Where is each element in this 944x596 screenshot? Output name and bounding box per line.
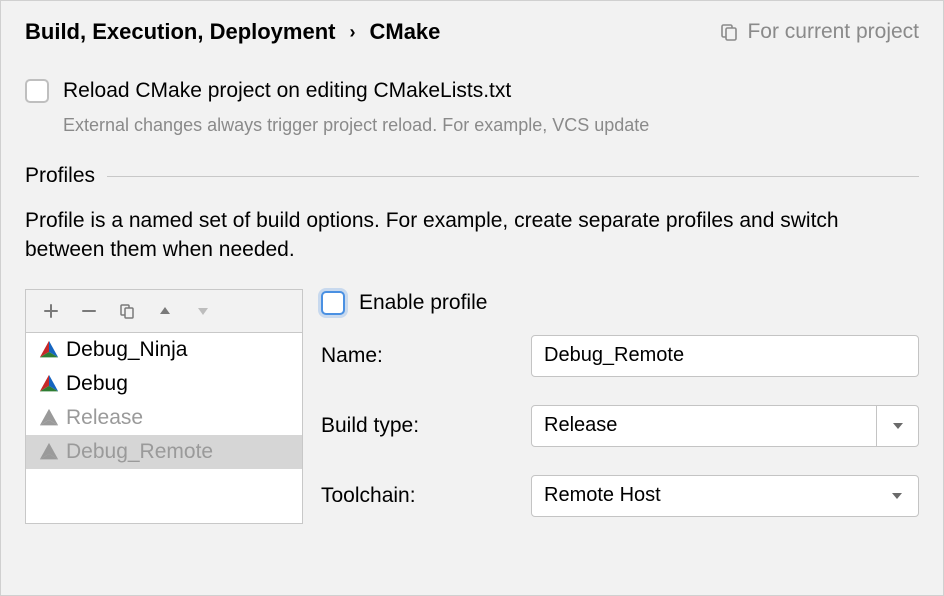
breadcrumb-parent[interactable]: Build, Execution, Deployment xyxy=(25,19,335,45)
list-item-label: Release xyxy=(66,406,143,430)
list-item-label: Debug_Ninja xyxy=(66,338,187,362)
list-item[interactable]: Debug_Ninja xyxy=(26,333,302,367)
cmake-icon xyxy=(38,407,60,429)
name-label: Name: xyxy=(321,344,531,368)
triangle-up-icon xyxy=(158,304,172,318)
triangle-down-icon xyxy=(196,304,210,318)
add-button[interactable] xyxy=(40,300,62,322)
profiles-description: Profile is a named set of build options.… xyxy=(25,206,919,265)
profiles-list[interactable]: Debug_Ninja Debug Release Debug_Remote xyxy=(26,333,302,523)
profiles-toolbar xyxy=(26,290,302,333)
toolchain-select[interactable]: Remote Host xyxy=(531,475,919,517)
chevron-down-icon xyxy=(876,406,918,446)
divider xyxy=(107,176,919,177)
reload-checkbox[interactable] xyxy=(25,79,49,103)
move-up-button[interactable] xyxy=(154,300,176,322)
remove-button[interactable] xyxy=(78,300,100,322)
list-item[interactable]: Release xyxy=(26,401,302,435)
build-type-value: Release xyxy=(532,406,876,446)
cmake-icon xyxy=(38,373,60,395)
chevron-down-icon xyxy=(876,476,918,516)
cmake-icon xyxy=(38,339,60,361)
list-item-label: Debug xyxy=(66,372,128,396)
reload-hint: External changes always trigger project … xyxy=(63,115,919,136)
profiles-title: Profiles xyxy=(25,164,95,188)
plus-icon xyxy=(43,303,59,319)
scope-label: For current project xyxy=(747,20,919,44)
name-input[interactable] xyxy=(531,335,919,377)
scope-indicator: For current project xyxy=(719,20,919,44)
list-item-label: Debug_Remote xyxy=(66,440,213,464)
breadcrumb-current: CMake xyxy=(369,19,440,45)
chevron-right-icon: › xyxy=(349,22,355,43)
copy-icon xyxy=(719,22,739,42)
build-type-label: Build type: xyxy=(321,414,531,438)
list-item[interactable]: Debug_Remote xyxy=(26,435,302,469)
build-type-select[interactable]: Release xyxy=(531,405,919,447)
copy-icon xyxy=(119,303,135,319)
enable-profile-label[interactable]: Enable profile xyxy=(359,291,487,315)
copy-button[interactable] xyxy=(116,300,138,322)
profiles-list-panel: Debug_Ninja Debug Release Debug_Remote xyxy=(25,289,303,524)
toolchain-label: Toolchain: xyxy=(321,484,531,508)
breadcrumb: Build, Execution, Deployment › CMake xyxy=(25,19,440,45)
reload-checkbox-label[interactable]: Reload CMake project on editing CMakeLis… xyxy=(63,79,511,103)
enable-profile-checkbox[interactable] xyxy=(321,291,345,315)
move-down-button[interactable] xyxy=(192,300,214,322)
toolchain-value: Remote Host xyxy=(532,476,876,516)
list-item[interactable]: Debug xyxy=(26,367,302,401)
cmake-icon xyxy=(38,441,60,463)
minus-icon xyxy=(81,303,97,319)
